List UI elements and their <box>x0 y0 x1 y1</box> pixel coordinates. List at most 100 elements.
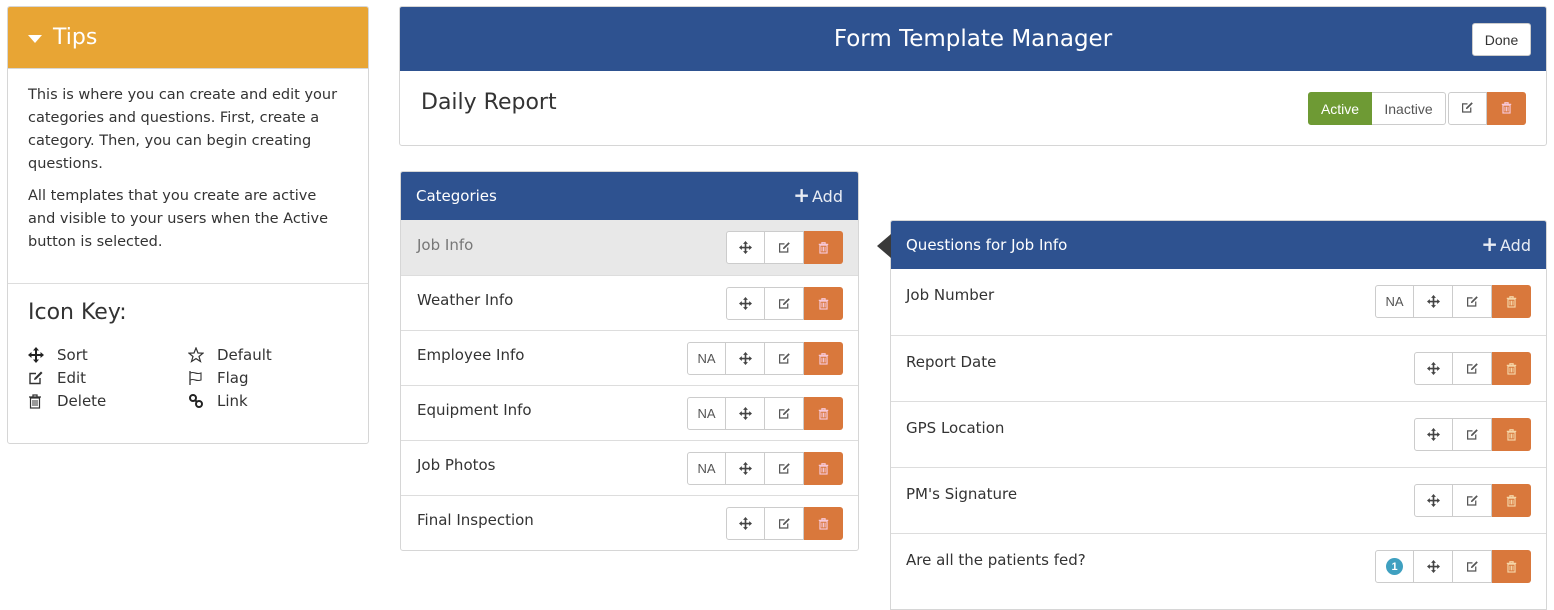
category-row[interactable]: Equipment Info NA <box>401 385 858 440</box>
na-button[interactable]: NA <box>687 341 726 375</box>
icon-key-item: Link <box>188 389 348 412</box>
edit-button[interactable] <box>765 341 804 375</box>
questions-list: Job Number NA Report Date GPS Location PM's … <box>891 269 1546 599</box>
page-header: Form Template Manager Done <box>400 7 1546 71</box>
delete-button[interactable] <box>1492 550 1531 583</box>
category-label: Job Info <box>417 235 474 254</box>
link-icon <box>188 393 217 409</box>
category-row[interactable]: Employee Info NA <box>401 330 858 385</box>
tips-header[interactable]: Tips <box>8 7 368 69</box>
na-button[interactable]: NA <box>687 451 726 485</box>
delete-button[interactable] <box>804 231 843 264</box>
sort-button[interactable] <box>726 506 765 540</box>
count-badge: 1 <box>1386 558 1403 575</box>
edit-button[interactable] <box>765 506 804 540</box>
sort-icon <box>739 516 752 530</box>
categories-list: Job Info Weather Info Employee Info NA Equip… <box>401 220 858 550</box>
sort-icon <box>1427 494 1440 507</box>
sort-icon <box>739 241 752 254</box>
question-row[interactable]: Are all the patients fed? 1 <box>891 533 1546 599</box>
category-actions: NA <box>687 396 843 430</box>
flag-icon <box>188 370 217 386</box>
delete-button[interactable] <box>1492 352 1531 385</box>
category-row[interactable]: Final Inspection <box>401 495 858 550</box>
delete-button[interactable] <box>804 286 843 320</box>
trash-icon <box>1506 428 1517 441</box>
edit-button[interactable] <box>1453 352 1492 385</box>
edit-button[interactable] <box>765 396 804 430</box>
delete-button[interactable] <box>1492 484 1531 517</box>
question-label: GPS Location <box>906 419 1005 437</box>
questions-header: Questions for Job Info + Add <box>891 221 1546 269</box>
edit-button[interactable] <box>1453 418 1492 451</box>
question-row[interactable]: PM's Signature <box>891 467 1546 533</box>
sort-button[interactable] <box>726 451 765 485</box>
add-category-button[interactable]: + Add <box>793 183 843 207</box>
edit-button[interactable] <box>1453 484 1492 517</box>
edit-icon <box>778 462 791 475</box>
add-question-button[interactable]: + Add <box>1481 232 1531 256</box>
icon-key-item: Sort <box>28 343 188 366</box>
sort-button[interactable] <box>726 396 765 430</box>
category-row[interactable]: Job Info <box>401 220 858 275</box>
delete-button[interactable] <box>804 396 843 430</box>
edit-icon <box>778 517 791 530</box>
question-label: Are all the patients fed? <box>906 551 1086 569</box>
sort-icon <box>1427 428 1440 441</box>
delete-template-button[interactable] <box>1487 92 1526 125</box>
sort-button[interactable] <box>1414 285 1453 318</box>
delete-button[interactable] <box>804 341 843 375</box>
edit-icon <box>1466 295 1479 308</box>
edit-button[interactable] <box>1453 550 1492 583</box>
question-row[interactable]: Job Number NA <box>891 269 1546 335</box>
edit-template-button[interactable] <box>1448 92 1487 125</box>
category-row[interactable]: Job Photos NA <box>401 440 858 495</box>
page-title: Form Template Manager <box>833 26 1113 52</box>
question-actions <box>1414 418 1531 451</box>
edit-icon <box>778 241 791 254</box>
delete-button[interactable] <box>804 451 843 485</box>
edit-button[interactable] <box>765 451 804 485</box>
na-button[interactable]: NA <box>1375 285 1414 318</box>
sort-button[interactable] <box>1414 352 1453 385</box>
sort-button[interactable] <box>1414 418 1453 451</box>
category-row[interactable]: Weather Info <box>401 275 858 330</box>
sort-button[interactable] <box>1414 550 1453 583</box>
inactive-button[interactable]: Inactive <box>1372 92 1446 125</box>
sort-button[interactable] <box>726 286 765 320</box>
edit-button[interactable] <box>765 231 804 264</box>
sort-button[interactable] <box>726 341 765 375</box>
questions-panel: Questions for Job Info + Add Job Number N… <box>877 220 1547 610</box>
sort-icon <box>28 346 57 363</box>
sort-icon <box>739 296 752 310</box>
edit-button[interactable] <box>765 286 804 320</box>
delete-button[interactable] <box>804 506 843 540</box>
template-actions <box>1448 92 1526 125</box>
tips-body: This is where you can create and edit yo… <box>8 69 368 284</box>
edit-button[interactable] <box>1453 285 1492 318</box>
sort-button[interactable] <box>1414 484 1453 517</box>
question-label: Report Date <box>906 353 997 371</box>
categories-title: Categories <box>416 187 497 205</box>
trash-icon <box>1506 362 1517 375</box>
questions-title: Questions for Job Info <box>906 236 1068 254</box>
categories-panel: Categories + Add Job Info Weather Info Emp… <box>400 171 859 551</box>
na-button[interactable]: NA <box>687 396 726 430</box>
active-button[interactable]: Active <box>1308 92 1372 125</box>
delete-button[interactable] <box>1492 285 1531 318</box>
sort-icon <box>1427 362 1440 375</box>
icon-key-item: Flag <box>188 366 348 389</box>
question-row[interactable]: GPS Location <box>891 401 1546 467</box>
status-toggle: Active Inactive <box>1308 92 1446 125</box>
icon-key-item: Default <box>188 343 348 366</box>
trash-icon <box>818 517 829 530</box>
linked-count-button[interactable]: 1 <box>1375 550 1414 583</box>
sort-icon <box>738 461 752 475</box>
done-button[interactable]: Done <box>1472 23 1531 56</box>
sort-button[interactable] <box>726 231 765 264</box>
edit-icon <box>778 352 791 365</box>
question-row[interactable]: Report Date <box>891 335 1546 401</box>
edit-icon <box>28 370 57 386</box>
tips-paragraph: All templates that you create are active… <box>28 188 329 250</box>
delete-button[interactable] <box>1492 418 1531 451</box>
